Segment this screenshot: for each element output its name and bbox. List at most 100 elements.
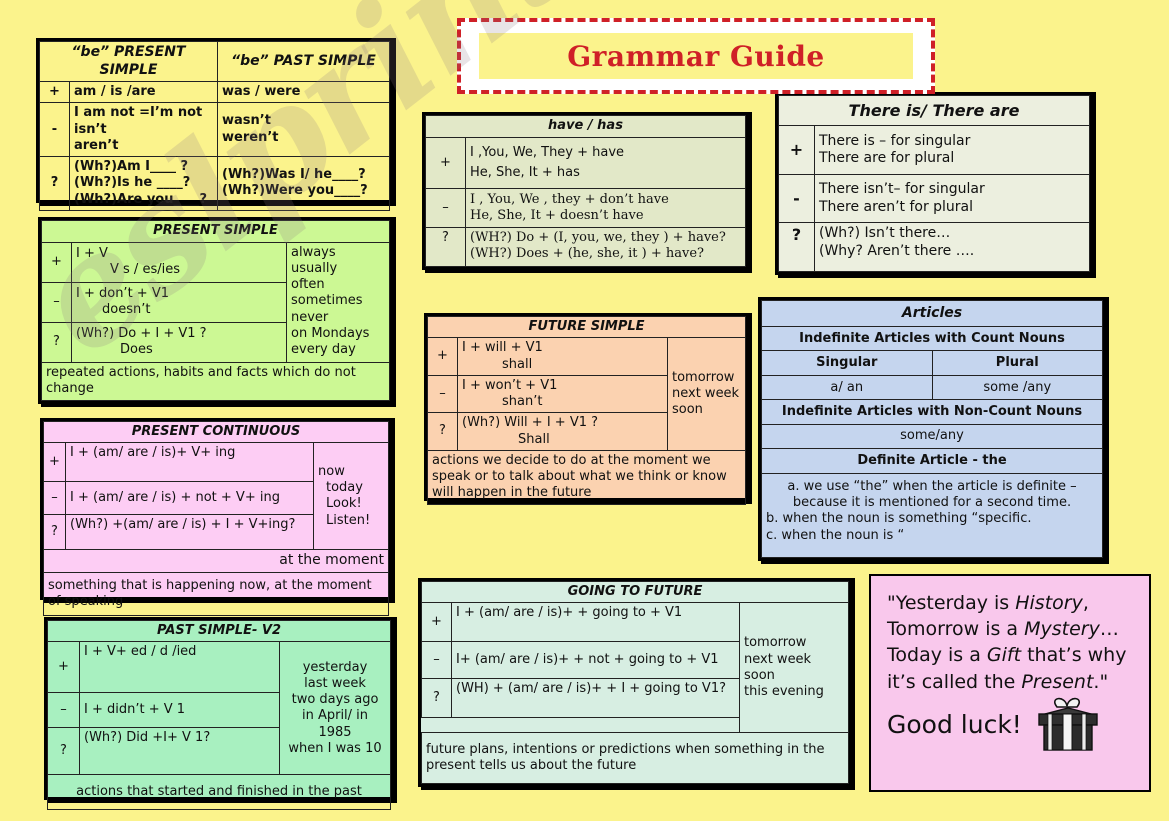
text-line: Does [120, 342, 153, 358]
be-past-header: “be” PAST SIMPLE [217, 41, 390, 82]
quote-line: "Yesterday is History, [887, 590, 1143, 616]
table-row: - There isn’t– for singular There aren’t… [778, 173, 1090, 224]
adverb-item: in April/ in 1985 [301, 708, 369, 740]
text-line: weren’t [222, 129, 279, 145]
quote-emphasis: Mystery [1024, 618, 1100, 641]
quote-pre: Tomorrow is a [887, 618, 1025, 641]
going-to-future-table: GOING TO FUTURE + I + (am/ are / is)+ + … [418, 578, 852, 787]
row-sign: + [425, 136, 466, 190]
quote-line: it’s called the Present." [887, 669, 1143, 695]
going-to-question: (WH) + (am/ are / is)+ + I + going to V1… [451, 678, 740, 719]
text-line: (Wh?) Do + I + V1 ? [76, 326, 207, 342]
text-line: I , You, We , they + don’t have [470, 191, 669, 207]
text-line: There are for plural [819, 150, 955, 167]
adverb-item: Look! [326, 496, 362, 512]
row-sign: + [421, 602, 452, 643]
rule-line: a. we use “the” when the article is defi… [787, 478, 1077, 494]
adverb-item: two days ago [291, 692, 379, 707]
past-simple-question: (Wh?) Did +I+ V 1? [79, 727, 280, 776]
text-line: (Wh?) Isn’t there… [819, 225, 951, 242]
row-sign: – [43, 481, 66, 516]
adverb-item: soon [744, 667, 775, 683]
adverb-item: often [291, 277, 325, 293]
table-row: Singular Plural [761, 350, 1103, 376]
column-header-plural: Plural [931, 350, 1103, 376]
text-line: I + don’t + V1 [76, 285, 169, 301]
be-present-plus: am / is /are [68, 80, 219, 104]
adverb-item: every day [291, 342, 356, 358]
future-simple-adverbs: tomorrow next week soon [667, 337, 746, 451]
quote-card: "Yesterday is History, Tomorrow is a Mys… [869, 574, 1151, 792]
present-simple-adverbs: always usually often sometimes never on … [286, 241, 390, 363]
past-simple-affirmative: I + V+ ed / d /ied [79, 641, 280, 694]
present-simple-negative: I + don’t + V1 doesn’t [71, 281, 287, 323]
have-has-affirmative: I ,You, We, They + have He, She, It + ha… [465, 136, 746, 190]
row-sign: ? [41, 321, 72, 363]
present-simple-title: PRESENT SIMPLE [41, 220, 390, 243]
row-sign: + [41, 241, 72, 283]
table-row: + I + V V s / es/ies always usually ofte… [41, 241, 390, 363]
adverb-item: Listen! [326, 512, 371, 528]
text-line: (WH?) Does + (he, she, it ) + have? [470, 246, 704, 262]
text-line: I ,You, We, They + have [470, 144, 625, 160]
quote-post: … [1099, 618, 1119, 641]
adverb-item: when I was 10 [288, 740, 382, 756]
past-simple-negative: I + didn’t + V 1 [79, 692, 280, 729]
text-line: I + V [76, 245, 108, 261]
future-simple-usage: actions we decide to do at the moment we… [427, 449, 746, 505]
table-row: a/ an some /any [761, 374, 1103, 401]
have-has-title: have / has [425, 115, 746, 138]
text-line: (Wh?)Was I/ he____? [222, 167, 366, 183]
grammar-guide-banner: Grammar Guide [457, 18, 935, 94]
quote-line: Tomorrow is a Mystery… [887, 616, 1143, 642]
adverb-item: sometimes [291, 293, 363, 309]
row-sign: + [39, 80, 70, 104]
present-continuous-question: (Wh?) +(am/ are / is) + I + V+ing? [65, 514, 314, 551]
worksheet-page: eslprintables.com Grammar Guide “be” PRE… [0, 0, 1169, 821]
be-past-question: (Wh?)Was I/ he____? (Wh?)Were you____? [217, 156, 390, 211]
row-sign: - [39, 102, 70, 157]
text-line: shall [502, 356, 533, 372]
text-line: He, She, It + has [470, 165, 580, 181]
present-simple-usage: repeated actions, habits and facts which… [41, 361, 390, 402]
text-line: V s / es/ies [110, 262, 180, 278]
row-sign: – [41, 281, 72, 323]
have-has-question: (WH?) Do + (I, you, we, they ) + have? (… [465, 227, 746, 267]
future-simple-question: (Wh?) Will + I + V1 ? Shall [457, 412, 668, 451]
quote-emphasis: History [1015, 592, 1083, 614]
present-continuous-adverbs: now today Look! Listen! [313, 442, 389, 551]
going-to-adverbs: tomorrow next week soon this evening [739, 602, 849, 734]
quote-pre: Today is a [887, 644, 987, 667]
present-continuous-affirmative: I + (am/ are / is)+ V+ ing [65, 442, 314, 483]
adverb-item: this evening [744, 684, 824, 699]
future-simple-affirmative: I + will + V1 shall [457, 337, 668, 376]
quote-inner: "Yesterday is History, Tomorrow is a Mys… [871, 576, 1149, 761]
definite-article-heading: Definite Article - the [761, 448, 1103, 474]
there-is-there-are-table: There is/ There are + There is – for sin… [775, 92, 1093, 275]
adverb-item: today [326, 480, 363, 495]
row-sign: – [421, 641, 452, 680]
text-line: doesn’t [102, 302, 151, 318]
noncount-value: some/any [761, 423, 1103, 450]
quote-emphasis: Present [1021, 670, 1094, 693]
row-sign: – [427, 374, 458, 414]
quote-pre: it’s called the [887, 670, 1022, 693]
rule-line: because it is mentioned for a second tim… [792, 495, 1072, 511]
past-simple-usage: actions that started and finished in the… [47, 774, 391, 811]
text-line: There aren’t for plural [819, 198, 974, 215]
be-past-minus: wasn’t weren’t [217, 102, 390, 157]
text-line: isn’t [74, 121, 107, 137]
quote-emphasis: Gift [986, 644, 1022, 667]
quote-post: ." [1093, 670, 1109, 693]
there-is-title: There is/ There are [778, 94, 1090, 127]
adverb-item: always [291, 244, 336, 260]
past-simple-table: PAST SIMPLE- V2 + I + V+ ed / d /ied yes… [44, 617, 394, 811]
past-simple-adverbs: yesterday last week two days ago in Apri… [279, 641, 391, 776]
count-singular-value: a/ an [761, 374, 933, 401]
past-simple-title: PAST SIMPLE- V2 [47, 619, 391, 643]
quote-line: Today is a Gift that’s why [887, 642, 1143, 668]
adverb-item: on Mondays [291, 325, 370, 341]
articles-title: Articles [761, 300, 1103, 327]
goodluck-row: Good luck! [887, 695, 1143, 757]
row-sign: ? [43, 514, 66, 551]
